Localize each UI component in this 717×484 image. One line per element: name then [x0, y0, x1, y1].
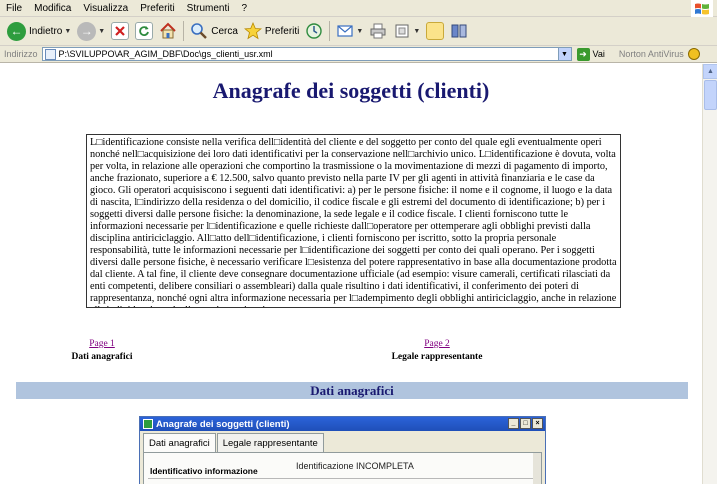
mail-icon: [336, 22, 354, 40]
menu-file[interactable]: File: [0, 3, 28, 14]
close-icon[interactable]: ×: [532, 418, 543, 429]
scroll-up-icon[interactable]: ▲: [703, 64, 717, 79]
address-label: Indirizzo: [4, 49, 38, 59]
maximize-icon[interactable]: □: [520, 418, 531, 429]
star-icon: [243, 22, 262, 40]
form-title-bar: Anagrafe dei soggetti (clienti) _ □ ×: [140, 417, 545, 431]
menu-preferiti[interactable]: Preferiti: [134, 3, 180, 14]
field-divider: [148, 478, 538, 479]
search-icon: [190, 22, 208, 40]
tab-legale-rappresentante[interactable]: Legale rappresentante: [216, 433, 324, 452]
forward-arrow-icon: →: [77, 21, 97, 41]
form-title: Anagrafe dei soggetti (clienti): [156, 418, 290, 430]
note-icon: [426, 22, 445, 40]
menu-bar: File Modifica Visualizza Preferiti Strum…: [0, 0, 717, 17]
address-dropdown-icon[interactable]: ▼: [557, 48, 571, 60]
menu-visualizza[interactable]: Visualizza: [77, 3, 134, 14]
tab-panel: Identificativo informazione Identificazi…: [143, 452, 542, 484]
messenger-button[interactable]: [447, 19, 471, 43]
edit-dropdown-icon[interactable]: ▼: [413, 28, 420, 35]
mail-button[interactable]: ▼: [333, 19, 366, 43]
menu-modifica[interactable]: Modifica: [28, 3, 77, 14]
window-controls: _ □ ×: [507, 418, 543, 429]
favorites-button[interactable]: Preferiti: [241, 19, 302, 43]
page-2-caption: Legale rappresentante: [391, 352, 483, 362]
edit-page-icon: [393, 22, 411, 40]
forward-button[interactable]: → ▼: [74, 19, 108, 43]
stop-button[interactable]: [108, 19, 132, 43]
print-button[interactable]: [366, 19, 390, 43]
minimize-icon[interactable]: _: [508, 418, 519, 429]
home-button[interactable]: [156, 19, 180, 43]
refresh-button[interactable]: [132, 19, 156, 43]
go-button[interactable]: ➜ Vai: [576, 47, 605, 61]
page-1-caption: Dati anagrafici: [71, 352, 133, 362]
toolbar-separator: [183, 21, 185, 41]
back-dropdown-icon[interactable]: ▼: [64, 28, 71, 35]
address-url: P:\SVILUPPO\AR_AGIM_DBF\Doc\gs_clienti_u…: [58, 49, 273, 59]
norton-toolbar[interactable]: Norton AntiVirus: [619, 48, 700, 60]
page-content: Anagrafe dei soggetti (clienti) L□identi…: [0, 64, 702, 484]
page-1-link[interactable]: Page 1: [72, 339, 132, 349]
embedded-form-window: Anagrafe dei soggetti (clienti) _ □ × Da…: [139, 416, 546, 484]
toolbar-separator: [329, 21, 331, 41]
search-label: Cerca: [211, 25, 238, 37]
history-button[interactable]: [302, 19, 326, 43]
stop-icon: [111, 22, 130, 40]
back-arrow-icon: ←: [7, 21, 26, 41]
page-title: Anagrafe dei soggetti (clienti): [212, 78, 490, 103]
forward-dropdown-icon[interactable]: ▼: [98, 28, 105, 35]
field-value: Identificazione INCOMPLETA: [296, 461, 414, 471]
menu-strumenti[interactable]: Strumenti: [181, 3, 236, 14]
printer-icon: [369, 22, 387, 40]
form-window-icon: [143, 419, 153, 429]
refresh-icon: [135, 22, 154, 40]
menu-help[interactable]: ?: [235, 3, 253, 14]
home-icon: [159, 22, 177, 40]
page-scrollbar[interactable]: ▲: [702, 64, 717, 484]
favorites-label: Preferiti: [264, 25, 300, 37]
scroll-thumb[interactable]: [704, 80, 717, 110]
panel-scrollbar[interactable]: [533, 453, 541, 484]
section-title: Dati anagrafici: [310, 382, 394, 398]
norton-label: Norton AntiVirus: [618, 49, 684, 59]
windows-logo-icon: [691, 0, 713, 17]
norton-icon: [687, 48, 700, 60]
tab-dati-anagrafici[interactable]: Dati anagrafici: [143, 433, 216, 453]
back-label: Indietro: [29, 25, 63, 37]
address-bar: Indirizzo P:\SVILUPPO\AR_AGIM_DBF\Doc\gs…: [0, 46, 717, 63]
page-2-link[interactable]: Page 2: [407, 339, 467, 349]
edit-button[interactable]: ▼: [390, 19, 423, 43]
discuss-button[interactable]: [423, 19, 447, 43]
mail-dropdown-icon[interactable]: ▼: [356, 28, 363, 35]
messenger-icon: [450, 22, 468, 40]
section-header: Dati anagrafici: [16, 382, 688, 399]
page-icon: [44, 48, 56, 60]
info-text-box: L□identificazione consiste nella verific…: [86, 134, 621, 308]
go-arrow-icon: ➜: [576, 47, 590, 61]
toolbar: ← Indietro ▼ → ▼ Cerca Preferiti ▼ ▼: [0, 17, 717, 46]
form-tabs: Dati anagrafici Legale rappresentante: [143, 433, 325, 453]
back-button[interactable]: ← Indietro ▼: [4, 19, 74, 43]
address-input[interactable]: P:\SVILUPPO\AR_AGIM_DBF\Doc\gs_clienti_u…: [41, 47, 572, 61]
history-icon: [305, 22, 323, 40]
search-button[interactable]: Cerca: [187, 19, 241, 43]
go-label: Vai: [592, 49, 605, 59]
field-label: Identificativo informazione: [150, 466, 258, 476]
